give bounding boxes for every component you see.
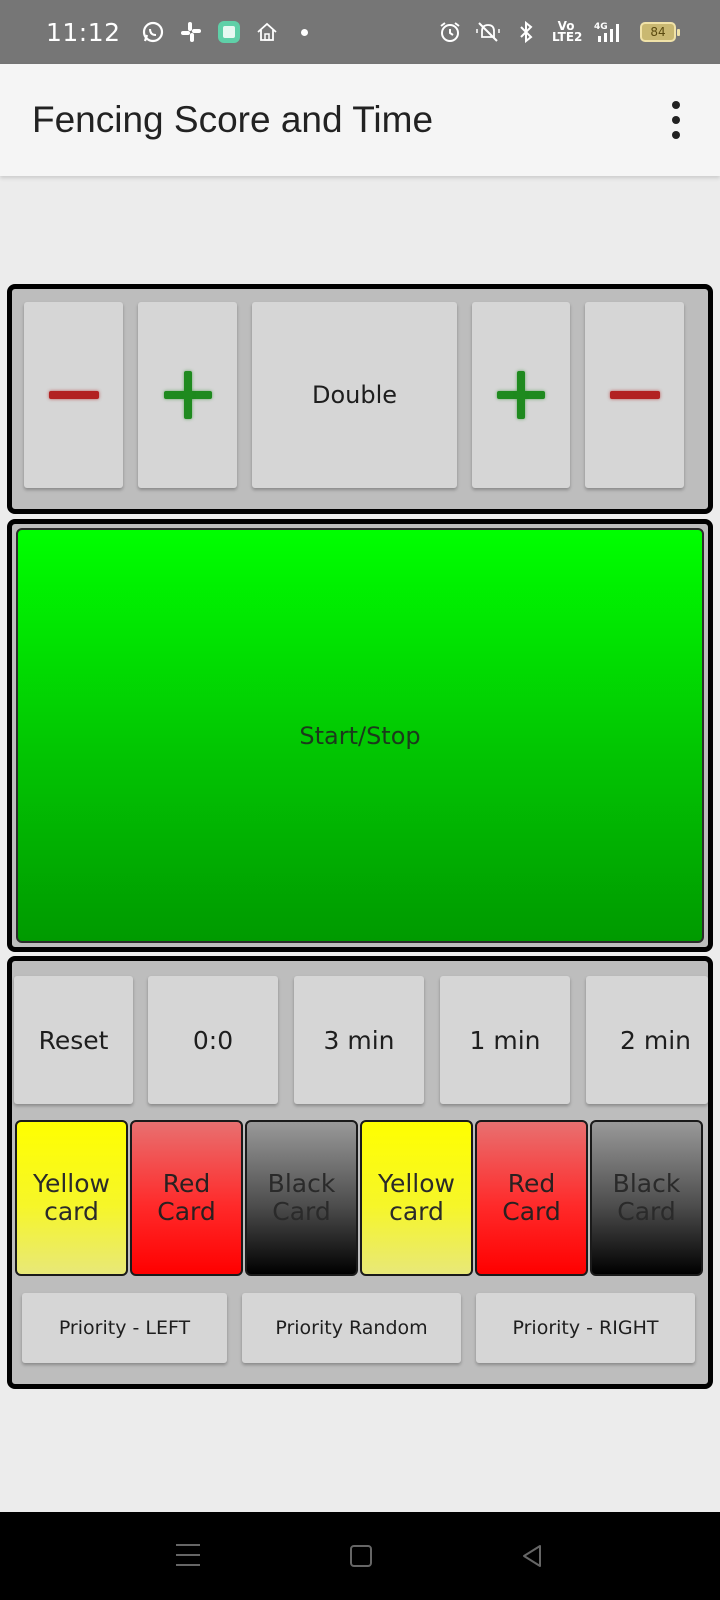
overflow-dot-icon	[672, 116, 680, 124]
left-yellow-card-button[interactable]: Yellow card	[15, 1120, 128, 1276]
plus-icon	[497, 371, 545, 419]
slack-icon	[179, 20, 203, 44]
recent-apps-button[interactable]	[176, 1544, 200, 1566]
menu-line-icon	[176, 1554, 200, 1556]
double-label: Double	[311, 381, 398, 409]
start-stop-button[interactable]: Start/Stop	[16, 528, 704, 943]
card-label-line1: Red	[162, 1169, 211, 1198]
time-1min-button[interactable]: 1 min	[440, 976, 570, 1104]
right-plus-button[interactable]	[472, 302, 570, 488]
time-3min-button[interactable]: 3 min	[294, 976, 424, 1104]
start-stop-label: Start/Stop	[299, 721, 421, 750]
menu-line-icon	[176, 1544, 200, 1546]
timer-panel: Start/Stop	[7, 519, 713, 952]
status-right-group: Vo LTE2 4G 84	[438, 19, 680, 44]
menu-line-icon	[176, 1564, 200, 1566]
card-label-line1: Black	[267, 1169, 336, 1198]
status-bar: 11:12 Vo LTE2 4G 84	[0, 0, 720, 64]
priority-right-button[interactable]: Priority - RIGHT	[476, 1293, 695, 1363]
bluetooth-icon	[514, 20, 538, 44]
right-black-card-button[interactable]: Black Card	[590, 1120, 703, 1276]
left-black-card-button[interactable]: Black Card	[245, 1120, 358, 1276]
card-label-line1: Black	[612, 1169, 681, 1198]
card-label-line1: Red	[507, 1169, 556, 1198]
time-2min-button[interactable]: 2 min	[586, 976, 708, 1104]
overflow-dot-icon	[672, 101, 680, 109]
card-label-line2: Card	[157, 1197, 216, 1226]
app-notification-icon	[217, 20, 241, 44]
card-label-line2: Card	[617, 1197, 676, 1226]
score-panel: Double	[7, 284, 713, 514]
priority-left-button[interactable]: Priority - LEFT	[22, 1293, 227, 1363]
minus-icon	[48, 391, 99, 399]
card-label-line2: Card	[502, 1197, 561, 1226]
right-minus-button[interactable]	[585, 302, 684, 488]
network-type: 4G	[594, 22, 608, 32]
home-button[interactable]	[350, 1545, 372, 1567]
controls-panel: Reset 0:0 3 min 1 min 2 min Yellow card R…	[7, 956, 713, 1389]
right-yellow-card-button[interactable]: Yellow card	[360, 1120, 473, 1276]
left-red-card-button[interactable]: Red Card	[130, 1120, 243, 1276]
card-label-line1: Yellow	[378, 1169, 455, 1198]
status-time: 11:12	[46, 17, 121, 47]
time-0-button[interactable]: 0:0	[148, 976, 278, 1104]
home-notification-icon	[255, 20, 279, 44]
alarm-icon	[438, 20, 462, 44]
page-title: Fencing Score and Time	[32, 99, 434, 140]
plus-icon	[163, 371, 212, 419]
whatsapp-icon	[141, 20, 165, 44]
minus-icon	[609, 391, 660, 399]
battery-indicator: 84	[640, 22, 680, 42]
mute-bell-icon	[476, 20, 500, 44]
more-notifications-dot-icon	[300, 28, 308, 36]
card-label-line2: Card	[272, 1197, 331, 1226]
card-label-line1: Yellow	[33, 1169, 110, 1198]
overflow-menu-button[interactable]	[656, 90, 696, 150]
overflow-dot-icon	[672, 131, 680, 139]
left-plus-button[interactable]	[138, 302, 237, 488]
double-button[interactable]: Double	[252, 302, 457, 488]
priority-random-button[interactable]: Priority Random	[242, 1293, 461, 1363]
app-bar: Fencing Score and Time	[0, 64, 720, 176]
volte-indicator: Vo LTE2	[552, 19, 583, 44]
card-label-line2: card	[44, 1197, 99, 1226]
card-label-line2: card	[389, 1197, 444, 1226]
signal-icon: 4G	[594, 20, 626, 44]
status-left-group: 11:12	[46, 18, 308, 47]
battery-level: 84	[650, 25, 666, 39]
reset-button[interactable]: Reset	[14, 976, 133, 1104]
navigation-bar	[0, 1512, 720, 1600]
right-red-card-button[interactable]: Red Card	[475, 1120, 588, 1276]
left-minus-button[interactable]	[24, 302, 123, 488]
back-button[interactable]	[520, 1544, 544, 1568]
